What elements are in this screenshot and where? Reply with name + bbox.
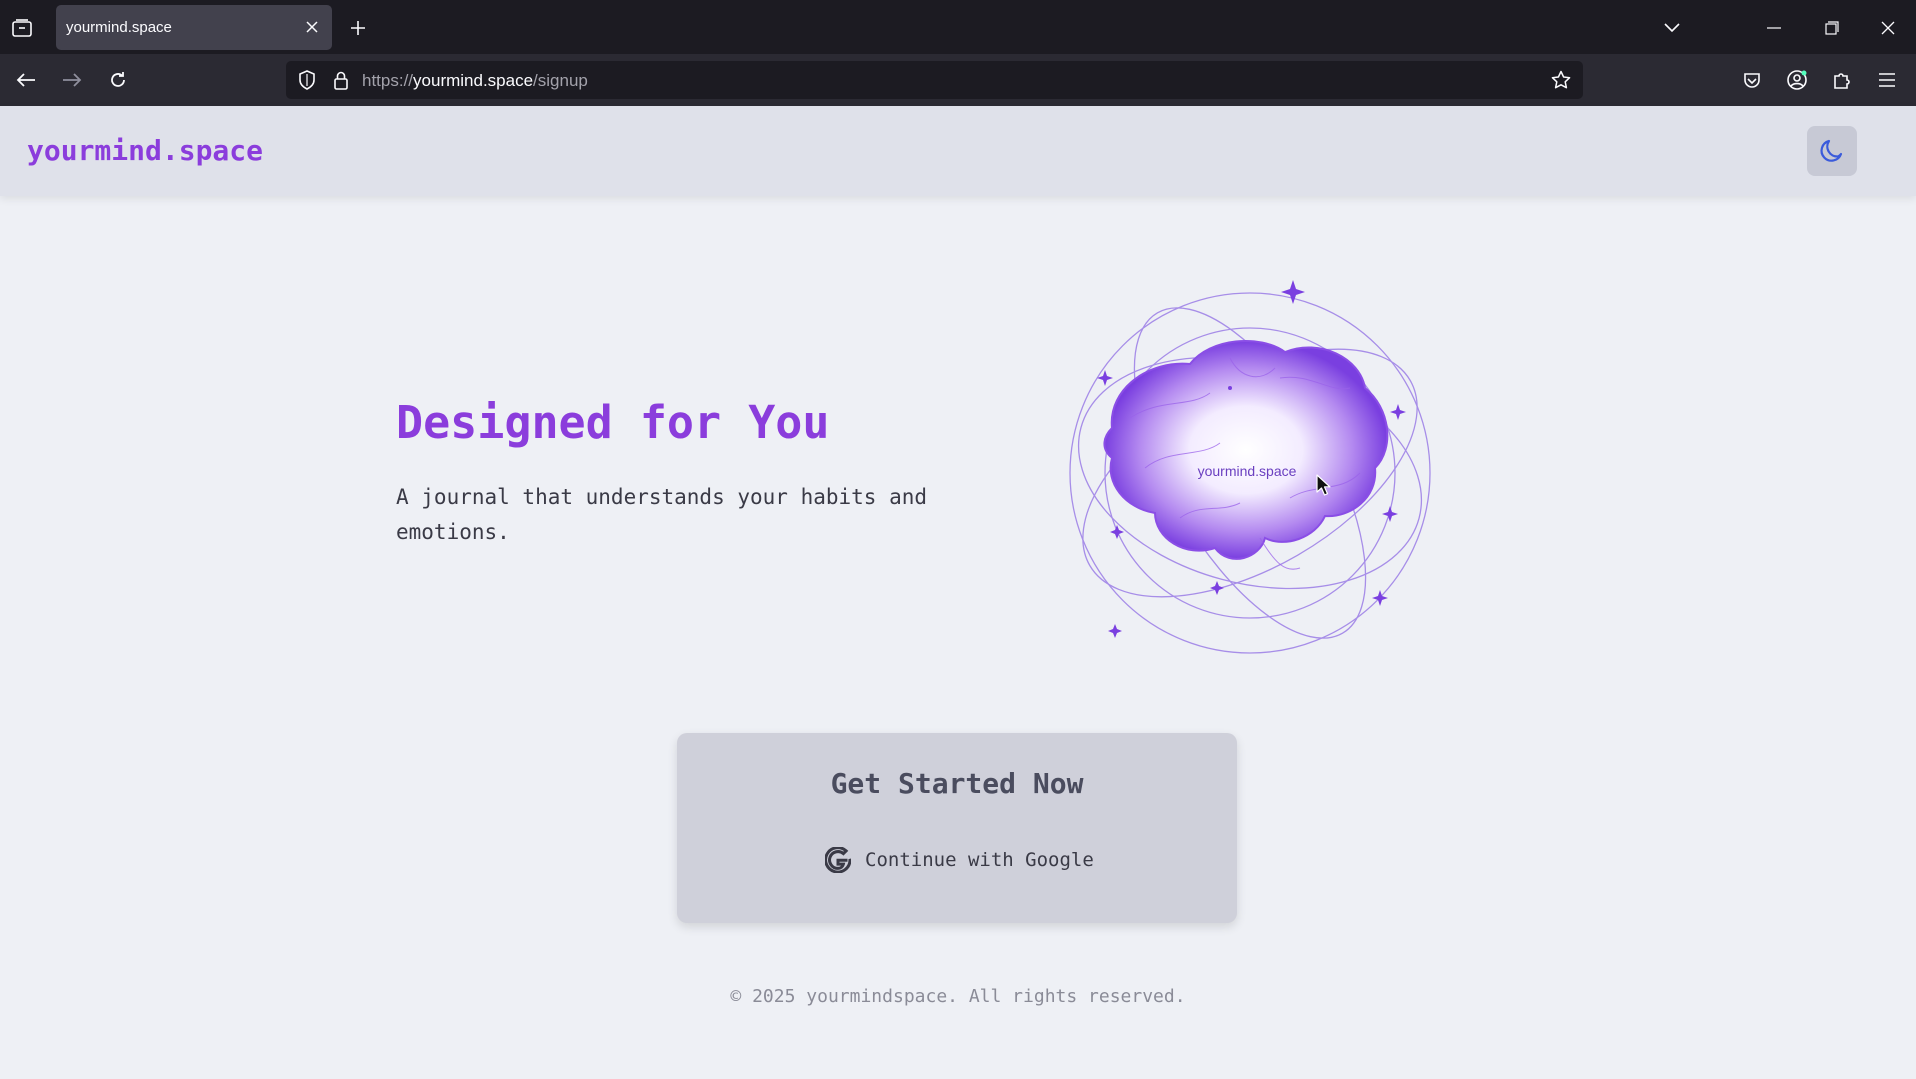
url-path: /signup	[533, 71, 588, 90]
new-tab-icon[interactable]	[344, 14, 372, 42]
reload-icon[interactable]	[104, 66, 132, 94]
illustration-label: yourmind.space	[1198, 463, 1297, 479]
cursor-icon	[1316, 474, 1332, 501]
google-button-label: Continue with Google	[865, 849, 1094, 871]
tab-active[interactable]: yourmind.space	[56, 5, 332, 50]
close-window-icon[interactable]	[1874, 14, 1902, 42]
address-bar[interactable]: https://yourmind.space/signup	[286, 61, 1583, 99]
tracking-protection-icon[interactable]	[296, 69, 318, 91]
brain-orbit-illustration: yourmind.space	[1060, 268, 1440, 678]
firefox-view-icon[interactable]	[8, 14, 36, 42]
pocket-icon[interactable]	[1738, 66, 1766, 94]
minimize-icon[interactable]	[1760, 14, 1788, 42]
site-header: yourmind.space	[0, 106, 1916, 196]
forward-icon[interactable]	[58, 66, 86, 94]
url-host: yourmind.space	[413, 71, 534, 90]
lock-icon[interactable]	[330, 69, 352, 91]
bookmark-star-icon[interactable]	[1550, 69, 1572, 91]
back-icon[interactable]	[12, 66, 40, 94]
tab-close-icon[interactable]	[300, 15, 324, 39]
menu-icon[interactable]	[1873, 66, 1901, 94]
hero-title: Designed for You	[396, 396, 830, 449]
continue-with-google-button[interactable]: Continue with Google	[825, 843, 1094, 877]
list-all-tabs-icon[interactable]	[1658, 14, 1686, 42]
extensions-icon[interactable]	[1828, 66, 1856, 94]
tab-title: yourmind.space	[66, 19, 172, 36]
url-text[interactable]: https://yourmind.space/signup	[362, 71, 588, 91]
site-logo[interactable]: yourmind.space	[27, 134, 263, 167]
url-scheme: https://	[362, 71, 414, 90]
restore-icon[interactable]	[1818, 14, 1846, 42]
google-icon	[825, 847, 851, 873]
moon-icon	[1818, 137, 1846, 165]
card-title: Get Started Now	[830, 767, 1084, 800]
browser-tab-bar: yourmind.space	[0, 0, 1916, 54]
hero-subtitle: A journal that understands your habits a…	[396, 485, 928, 544]
footer-copyright: © 2025 yourmindspace. All rights reserve…	[730, 986, 1186, 1007]
account-icon[interactable]	[1783, 66, 1811, 94]
theme-toggle-button[interactable]	[1807, 126, 1857, 176]
signup-card: Get Started Now Continue with Google	[677, 733, 1237, 923]
